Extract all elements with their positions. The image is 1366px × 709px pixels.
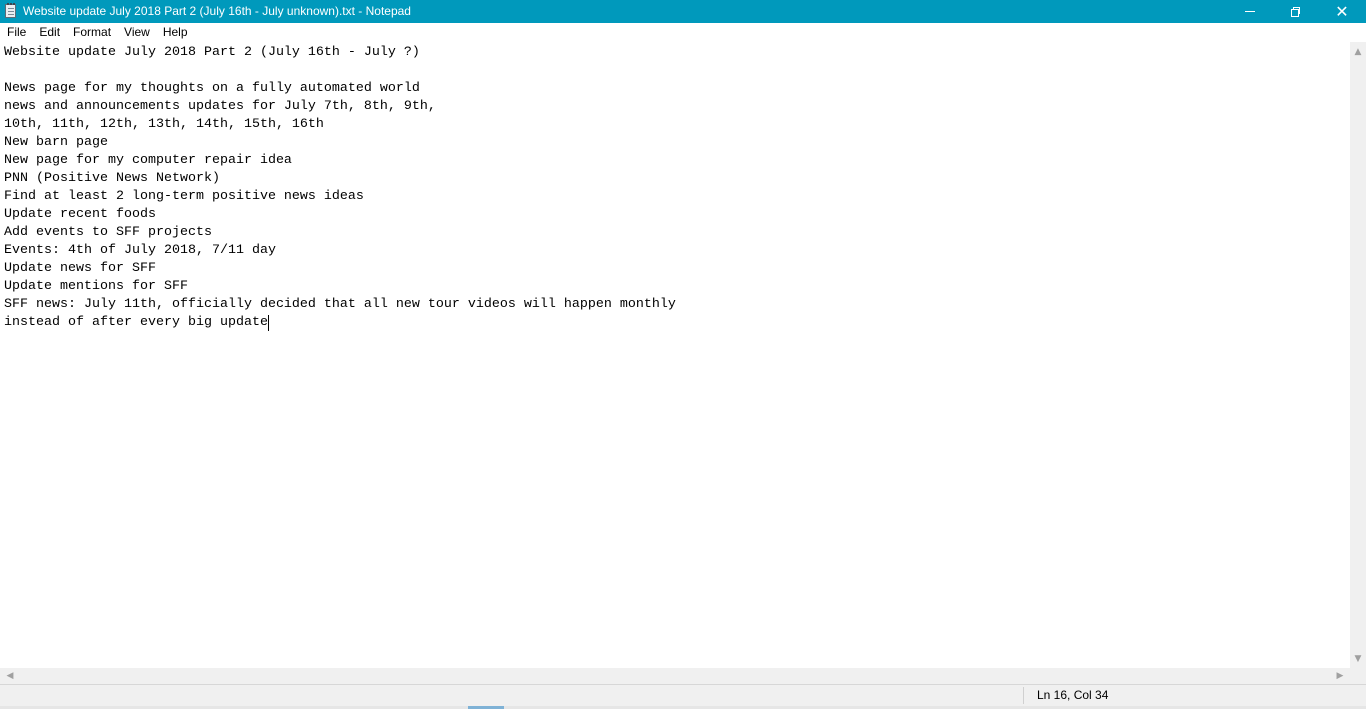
horizontal-scrollbar[interactable]: ◀ ▶ [0,668,1350,684]
cursor-position: Ln 16, Col 34 [1037,688,1109,702]
scroll-left-icon[interactable]: ◀ [2,668,18,684]
status-bar: Ln 16, Col 34 [0,684,1366,706]
window-title: Website update July 2018 Part 2 (July 16… [23,4,411,18]
scroll-down-icon[interactable]: ▼ [1350,651,1366,667]
minimize-icon [1245,11,1255,12]
notepad-window: Website update July 2018 Part 2 (July 16… [0,0,1366,709]
restore-button[interactable] [1273,0,1319,23]
menu-view[interactable]: View [117,23,156,42]
text-editor[interactable]: Website update July 2018 Part 2 (July 16… [0,42,1350,668]
text-line[interactable]: Update mentions for SFF [4,278,188,296]
text-line[interactable]: Find at least 2 long-term positive news … [4,188,364,206]
scroll-right-icon[interactable]: ▶ [1332,668,1348,684]
text-caret [268,315,269,331]
notepad-icon[interactable] [5,3,16,18]
text-line[interactable]: Website update July 2018 Part 2 (July 16… [4,44,420,62]
text-line[interactable]: Update news for SFF [4,260,156,278]
menu-format[interactable]: Format [66,23,117,42]
text-line[interactable]: New barn page [4,134,108,152]
status-divider [1023,687,1024,704]
minimize-button[interactable] [1227,0,1273,23]
restore-icon [1291,6,1301,17]
text-line[interactable]: New page for my computer repair idea [4,152,292,170]
menu-file[interactable]: File [0,23,32,42]
menu-help[interactable]: Help [156,23,194,42]
text-line[interactable]: News page for my thoughts on a fully aut… [4,80,420,98]
text-line[interactable]: 10th, 11th, 12th, 13th, 14th, 15th, 16th [4,116,324,134]
text-line[interactable]: Add events to SFF projects [4,224,212,242]
title-bar[interactable]: Website update July 2018 Part 2 (July 16… [0,0,1366,23]
close-icon: ✕ [1335,1,1349,21]
text-line[interactable]: instead of after every big update [4,314,268,332]
text-line[interactable]: PNN (Positive News Network) [4,170,220,188]
text-line[interactable]: Update recent foods [4,206,156,224]
close-button[interactable]: ✕ [1319,0,1365,23]
text-line[interactable]: news and announcements updates for July … [4,98,436,116]
text-line[interactable]: SFF news: July 11th, officially decided … [4,296,676,314]
vertical-scrollbar[interactable]: ▲ ▼ [1350,42,1366,668]
text-line[interactable]: Events: 4th of July 2018, 7/11 day [4,242,276,260]
menu-edit[interactable]: Edit [32,23,66,42]
scroll-up-icon[interactable]: ▲ [1350,44,1366,60]
menu-bar: File Edit Format View Help [0,23,1366,42]
scrollbar-corner [1350,668,1366,684]
